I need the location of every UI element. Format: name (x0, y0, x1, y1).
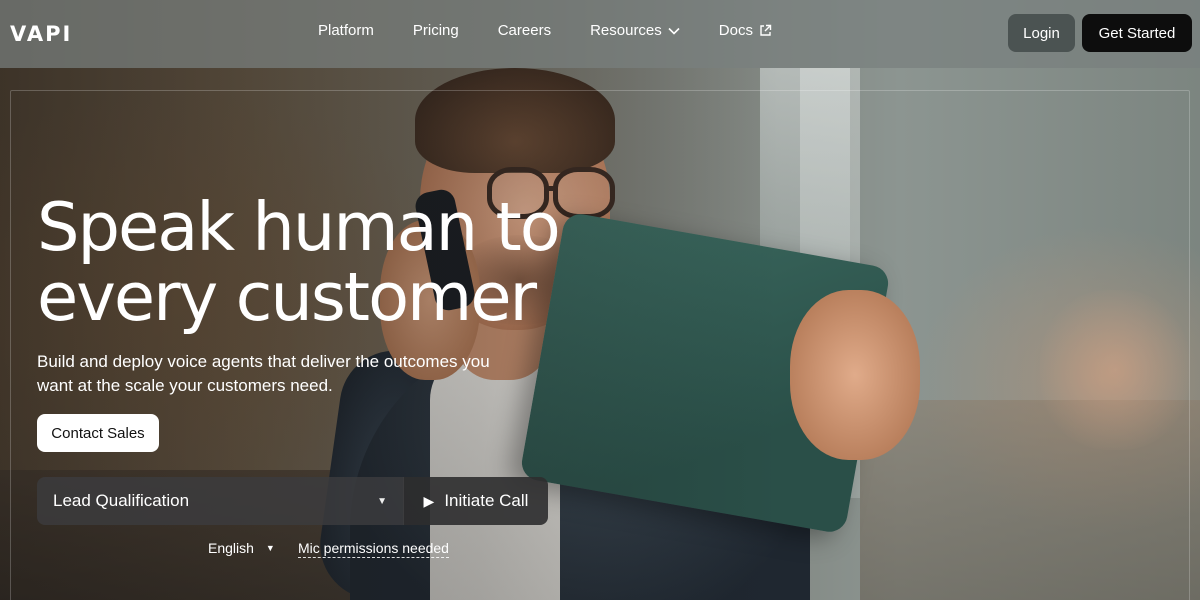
call-widget: Lead Qualification ▼ ▶ Initiate Call (37, 477, 548, 525)
vapi-logo[interactable]: VAPI (10, 22, 72, 46)
nav-link-careers[interactable]: Careers (498, 22, 551, 39)
caret-down-icon: ▼ (265, 543, 275, 553)
hero-subtitle: Build and deploy voice agents that deliv… (37, 350, 557, 398)
nav-link-label: Platform (318, 22, 374, 39)
language-value: English (208, 540, 254, 556)
nav-link-label: Docs (718, 22, 753, 39)
initiate-call-label: Initiate Call (444, 491, 529, 510)
mic-permissions-link[interactable]: Mic permissions needed (298, 540, 449, 558)
external-link-icon (760, 24, 772, 36)
nav-link-label: Careers (497, 22, 552, 39)
initiate-call-button[interactable]: ▶ Initiate Call (403, 477, 548, 525)
play-icon: ▶ (423, 492, 435, 509)
nav-link-docs[interactable]: Docs (719, 22, 772, 39)
caret-down-icon: ▼ (377, 495, 387, 507)
top-navbar: VAPI Platform Pricing Careers Resources … (0, 0, 1200, 68)
chevron-down-icon (668, 27, 680, 35)
nav-link-label: Pricing (412, 22, 459, 39)
hero-title: Speak human to every customer (37, 192, 637, 332)
nav-link-platform[interactable]: Platform (318, 22, 374, 39)
nav-link-label: Resources (590, 22, 662, 39)
get-started-button[interactable]: Get Started (1082, 14, 1192, 52)
hero-title-line: Speak human to (37, 188, 561, 266)
nav-link-resources[interactable]: Resources (590, 22, 680, 39)
nav-link-pricing[interactable]: Pricing (413, 22, 459, 39)
agent-select[interactable]: Lead Qualification ▼ (37, 477, 403, 525)
hero-title-line: every customer (37, 258, 537, 336)
nav-links: Platform Pricing Careers Resources Docs (318, 22, 811, 39)
login-button[interactable]: Login (1008, 14, 1075, 52)
hero-subtitle-line: want at the scale your customers need. (37, 376, 333, 395)
contact-sales-button[interactable]: Contact Sales (37, 414, 159, 452)
agent-select-value: Lead Qualification (53, 491, 190, 510)
language-select[interactable]: English ▼ (208, 540, 275, 556)
hero-subtitle-line: Build and deploy voice agents that deliv… (37, 352, 490, 371)
